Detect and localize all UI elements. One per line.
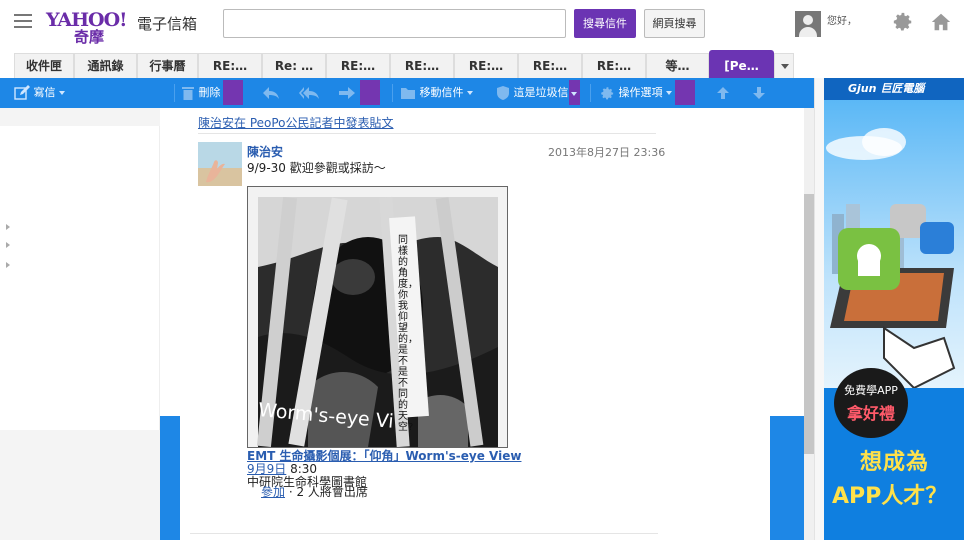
tabs-overflow-chevron-down-icon[interactable] <box>774 53 794 78</box>
reply-icon <box>263 87 279 99</box>
user-avatar-icon[interactable] <box>795 11 821 37</box>
tab-inbox[interactable]: 收件匣 <box>14 53 74 78</box>
ad-brand: Gjun 巨匠電腦 <box>824 78 964 100</box>
expand-arrow-icon[interactable] <box>6 262 10 268</box>
delete-button[interactable]: 刪除 <box>181 78 221 108</box>
tab-message-7[interactable]: RE:… <box>582 53 646 78</box>
search-mail-button[interactable]: 搜尋信件 <box>574 9 636 38</box>
logo-kimo-text: 奇摩 <box>74 28 105 46</box>
toolbar: 寫信 刪除 移動信件 這是垃圾信 操作選項 <box>0 78 814 108</box>
gear-icon <box>601 86 614 99</box>
ad-illustration <box>826 128 956 388</box>
reply-all-button[interactable] <box>298 78 320 108</box>
ad-bubble: 免費學APP 拿好禮 <box>834 368 908 438</box>
search-web-button[interactable]: 網頁搜尋 <box>644 9 705 38</box>
expand-arrow-icon[interactable] <box>6 242 10 248</box>
tab-message-8[interactable]: 等… <box>646 53 709 78</box>
move-button[interactable]: 移動信件 <box>400 78 473 108</box>
tab-bar: 收件匣 通訊錄 行事曆 RE:… Re: … RE:… RE:… RE:… RE… <box>0 50 814 78</box>
tab-message-4[interactable]: RE:… <box>390 53 454 78</box>
yahoo-logo[interactable]: YAHOO! 奇摩 <box>46 9 127 46</box>
delete-label: 刪除 <box>198 86 221 99</box>
reply-all-icon <box>299 87 319 99</box>
move-label: 移動信件 <box>419 86 464 99</box>
actions-button[interactable]: 操作選項 <box>600 78 672 108</box>
event-attendee-count: · 2 人將會出席 <box>288 485 368 499</box>
sidebar-ad[interactable]: Gjun 巨匠電腦 免費學APP 拿好禮 想成為 APP人才？ <box>824 78 964 540</box>
ad-headline-1: 想成為 <box>860 450 930 475</box>
scrollbar-thumb[interactable] <box>804 194 814 454</box>
search-input[interactable] <box>223 9 566 38</box>
tab-calendar[interactable]: 行事曆 <box>137 53 198 78</box>
pane-splitter[interactable] <box>814 78 824 540</box>
trash-icon <box>182 87 194 100</box>
forward-button[interactable] <box>338 78 356 108</box>
reply-button[interactable] <box>262 78 280 108</box>
toolbar-highlight-3 <box>675 80 695 105</box>
arrow-up-icon <box>717 87 729 99</box>
message-body: 陳治安在 PeoPo公民記者中發表貼文 陳治安 2013年8月27日 23:36… <box>180 108 770 540</box>
ad-brand-name: 巨匠電腦 <box>880 82 925 95</box>
folder-icon <box>401 88 415 99</box>
post-author[interactable]: 陳治安 <box>247 143 283 160</box>
compose-button[interactable]: 寫信 <box>14 78 65 108</box>
spam-dropdown[interactable] <box>569 80 580 105</box>
ad-bubble-line1: 免費學APP <box>844 384 898 397</box>
tab-message-1[interactable]: RE:… <box>198 53 262 78</box>
post-text: 9/9-30 歡迎參觀或採訪～ <box>247 161 386 175</box>
photo-caption-vertical: 同樣的角度，你我仰望的，是不是不同的天空? <box>398 235 418 433</box>
event-join-row: 參加 · 2 人將會出席 <box>261 483 368 500</box>
toolbar-highlight-1 <box>223 80 243 105</box>
toolbar-highlight-2 <box>360 80 380 105</box>
left-panel <box>0 108 160 540</box>
tab-message-active[interactable]: [Pe… <box>709 50 774 78</box>
shield-icon <box>497 86 509 100</box>
forward-icon <box>339 87 355 99</box>
gear-icon[interactable] <box>892 11 914 33</box>
event-join-link[interactable]: 參加 <box>261 485 285 499</box>
header: YAHOO! 奇摩 電子信箱 搜尋信件 網頁搜尋 您好， <box>0 0 964 50</box>
logo-yahoo-text: YAHOO! <box>46 9 127 31</box>
greeting-text: 您好， <box>827 16 857 27</box>
tab-message-6[interactable]: RE:… <box>518 53 582 78</box>
ad-bubble-line2: 拿好禮 <box>846 404 895 423</box>
ad-brand-prefix: Gjun <box>848 82 877 95</box>
home-icon[interactable] <box>930 11 952 33</box>
previous-message-button[interactable] <box>716 78 730 108</box>
ad-headline-2: APP人才？ <box>832 484 948 509</box>
arrow-down-icon <box>753 87 765 99</box>
actions-label: 操作選項 <box>618 86 663 99</box>
next-message-button[interactable] <box>752 78 766 108</box>
spam-label: 這是垃圾信 <box>513 86 569 99</box>
event-photo[interactable]: 同樣的角度，你我仰望的，是不是不同的天空? Worm's-eye Vi <box>247 186 508 448</box>
spam-button[interactable]: 這是垃圾信 <box>496 78 569 108</box>
compose-icon <box>14 85 30 100</box>
tab-contacts[interactable]: 通訊錄 <box>74 53 137 78</box>
product-title: 電子信箱 <box>137 15 198 33</box>
compose-label: 寫信 <box>33 86 56 99</box>
post-header-link[interactable]: 陳治安在 PeoPo公民記者中發表貼文 <box>198 114 394 131</box>
post-timestamp: 2013年8月27日 23:36 <box>548 146 666 159</box>
tab-message-3[interactable]: RE:… <box>326 53 390 78</box>
pane-scrollbar[interactable] <box>804 108 814 540</box>
menu-icon[interactable] <box>14 14 32 28</box>
tab-message-2[interactable]: Re: … <box>262 53 326 78</box>
expand-arrow-icon[interactable] <box>6 224 10 230</box>
reading-pane: 陳治安在 PeoPo公民記者中發表貼文 陳治安 2013年8月27日 23:36… <box>160 108 804 540</box>
author-avatar[interactable] <box>198 142 242 186</box>
tab-message-5[interactable]: RE:… <box>454 53 518 78</box>
